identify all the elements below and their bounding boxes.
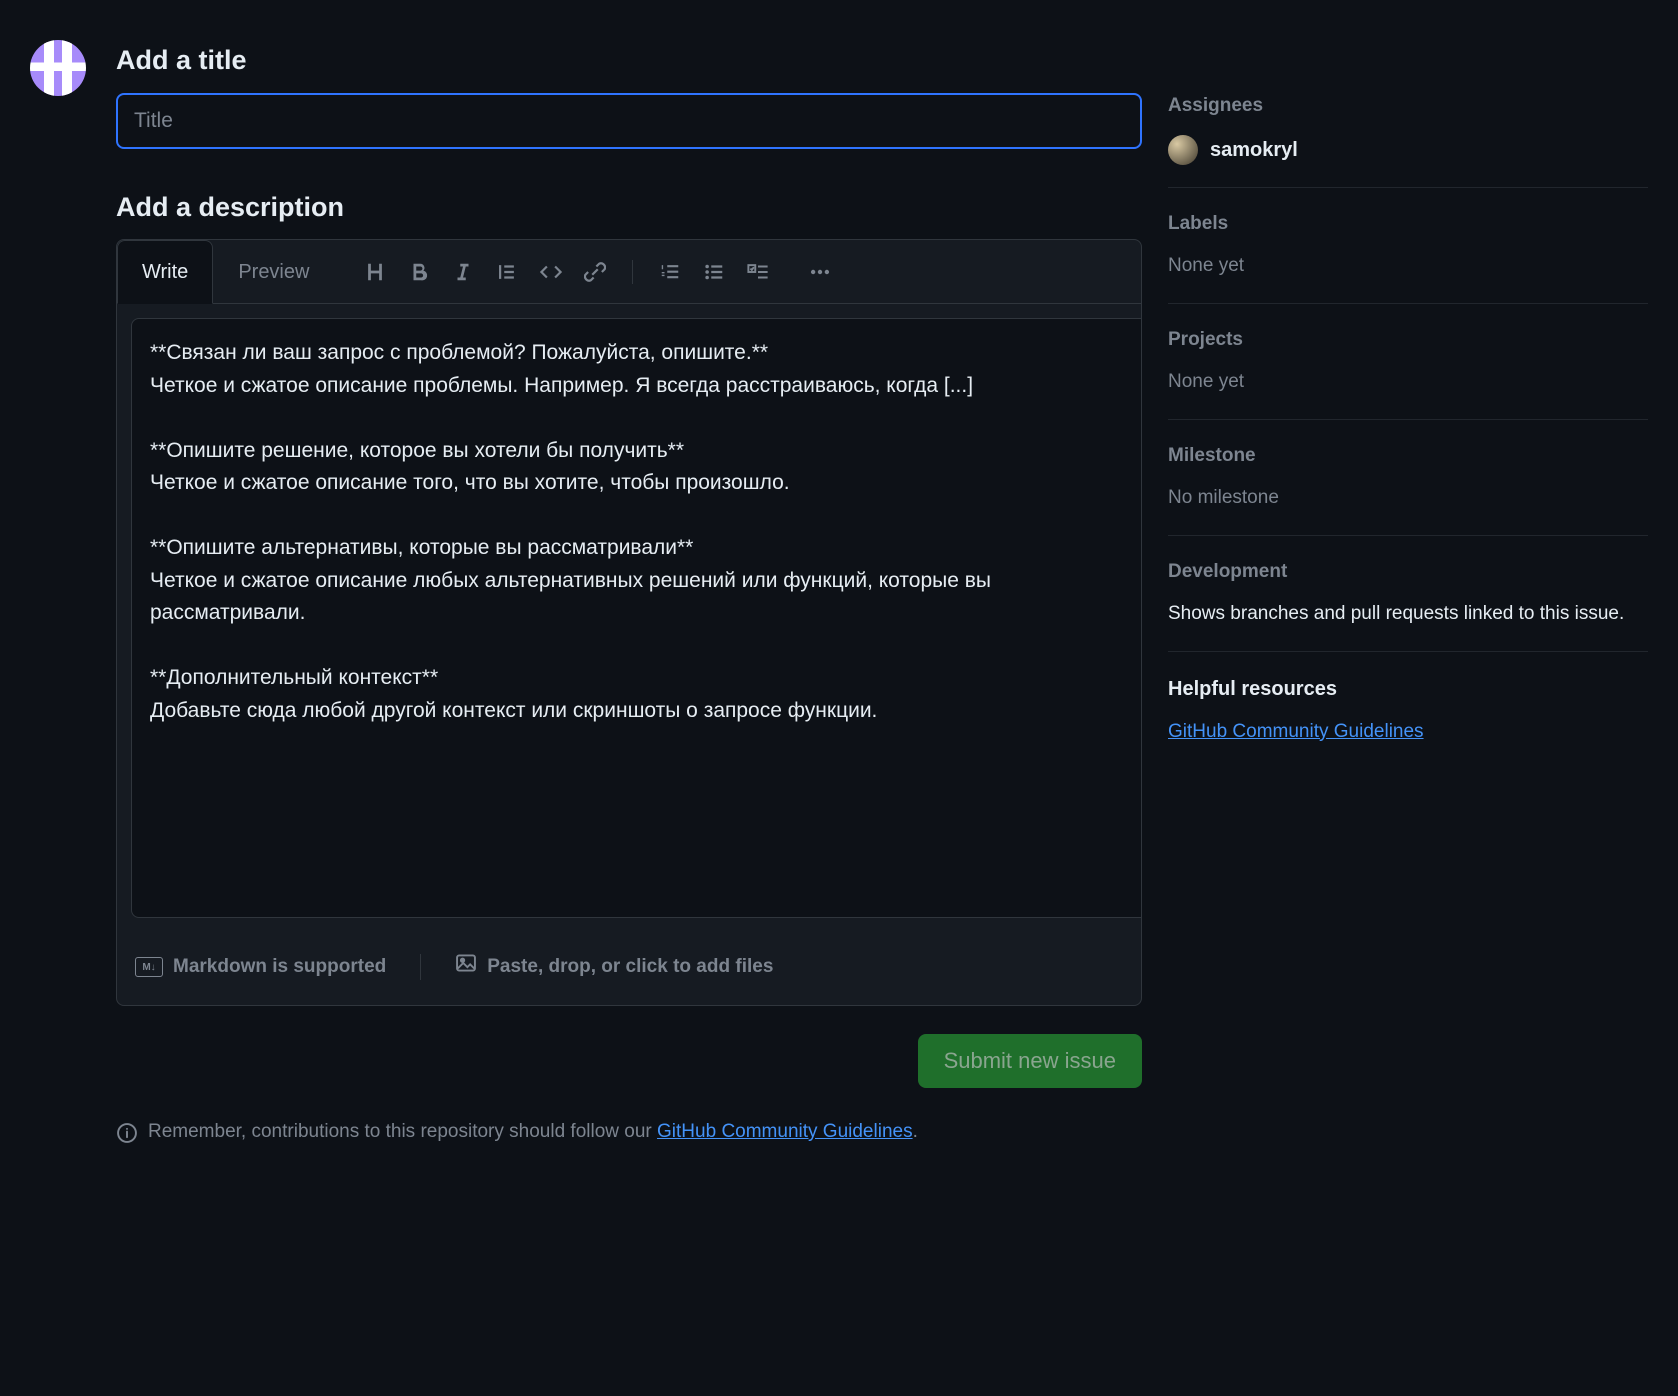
bold-icon[interactable]: [408, 261, 430, 283]
guidelines-reminder: Remember, contributions to this reposito…: [116, 1118, 1142, 1154]
image-icon: [455, 952, 477, 984]
title-heading: Add a title: [116, 40, 1142, 81]
user-avatar[interactable]: [30, 40, 86, 96]
task-list-icon[interactable]: [747, 261, 769, 283]
unordered-list-icon[interactable]: [703, 261, 725, 283]
development-heading[interactable]: Development: [1168, 558, 1648, 587]
description-heading: Add a description: [116, 187, 1142, 228]
assignee-avatar: [1168, 135, 1198, 165]
milestone-value: No milestone: [1168, 484, 1648, 513]
resources-heading: Helpful resources: [1168, 674, 1648, 704]
markdown-supported-label: Markdown is supported: [173, 953, 386, 982]
guidelines-link[interactable]: GitHub Community Guidelines: [657, 1121, 913, 1142]
description-textarea[interactable]: [131, 318, 1142, 918]
title-input[interactable]: [116, 93, 1142, 149]
labels-heading[interactable]: Labels: [1168, 210, 1648, 239]
toolbar-separator: [632, 260, 633, 284]
info-icon: [116, 1118, 138, 1154]
tab-preview[interactable]: Preview: [213, 240, 334, 304]
assignee-item[interactable]: samokryl: [1168, 135, 1648, 165]
labels-value: None yet: [1168, 252, 1648, 281]
attach-files-button[interactable]: Paste, drop, or click to add files: [455, 952, 773, 984]
assignee-name: samokryl: [1210, 135, 1298, 165]
milestone-heading[interactable]: Milestone: [1168, 442, 1648, 471]
reminder-prefix: Remember, contributions to this reposito…: [148, 1121, 657, 1142]
resources-link[interactable]: GitHub Community Guidelines: [1168, 721, 1424, 742]
projects-value: None yet: [1168, 368, 1648, 397]
kebab-icon[interactable]: [809, 261, 831, 283]
reminder-suffix: .: [913, 1121, 918, 1142]
development-value: Shows branches and pull requests linked …: [1168, 600, 1648, 629]
submit-button[interactable]: Submit new issue: [918, 1034, 1142, 1088]
markdown-supported-link[interactable]: M↓ Markdown is supported: [135, 953, 386, 982]
heading-icon[interactable]: [364, 261, 386, 283]
ordered-list-icon[interactable]: [659, 261, 681, 283]
projects-heading[interactable]: Projects: [1168, 326, 1648, 355]
link-icon[interactable]: [584, 261, 606, 283]
markdown-icon: M↓: [135, 957, 163, 977]
code-icon[interactable]: [540, 261, 562, 283]
quote-icon[interactable]: [496, 261, 518, 283]
tab-write[interactable]: Write: [117, 240, 213, 304]
attach-files-label: Paste, drop, or click to add files: [487, 953, 773, 982]
footer-separator: [420, 954, 421, 980]
description-editor: Write Preview: [116, 239, 1142, 1006]
italic-icon[interactable]: [452, 261, 474, 283]
assignees-heading[interactable]: Assignees: [1168, 92, 1648, 121]
